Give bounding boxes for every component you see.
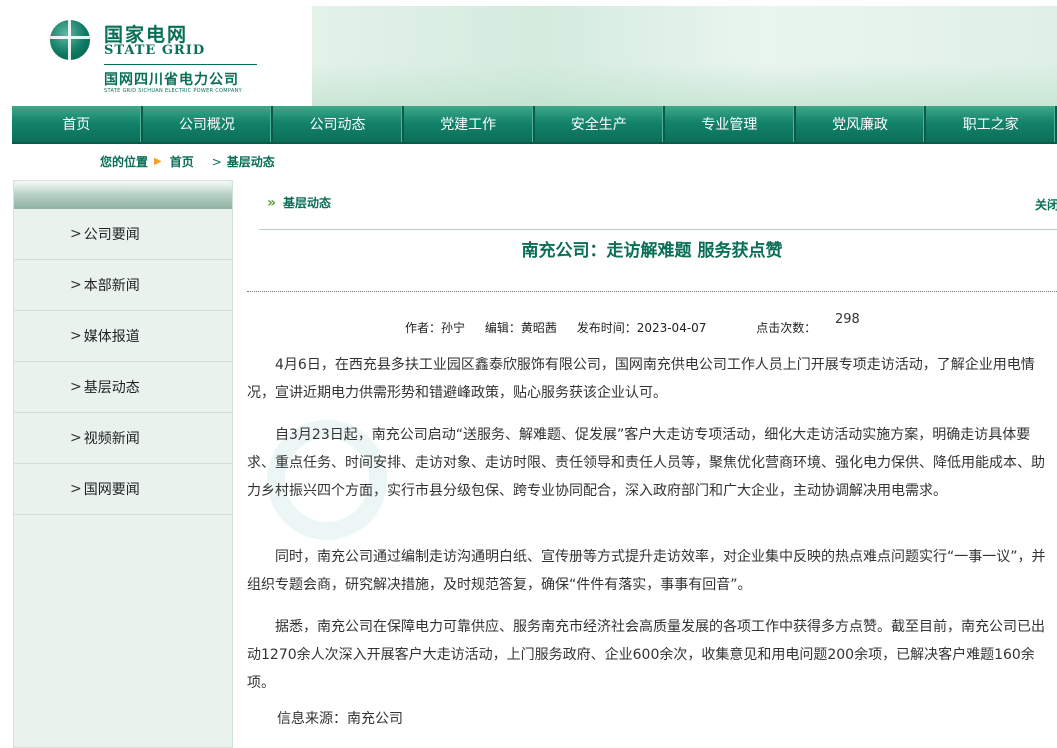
logo-divider xyxy=(104,64,257,65)
article-paragraph: 4月6日，在西充县多扶工业园区鑫泰欣服饰有限公司，国网南充供电公司工作人员上门开… xyxy=(247,357,1035,401)
section-divider xyxy=(259,229,1057,230)
nav-item-home[interactable]: 首页 xyxy=(12,106,143,142)
sidebar-item-video[interactable]: > 视频新闻 xyxy=(14,413,232,464)
article-paragraph: 同时，南充公司通过编制走访沟通明白纸、宣传册等方式提升走访效率，对企业集中反映的… xyxy=(247,549,1046,593)
triangle-right-icon: ▶ xyxy=(154,156,162,167)
company-english-name: STATE GRID SICHUAN ELECTRIC POWER COMPAN… xyxy=(104,88,242,94)
nav-item-party-building[interactable]: 党建工作 xyxy=(404,106,535,142)
nav-item-staff[interactable]: 职工之家 xyxy=(926,106,1057,142)
site-header: 国家电网 STATE GRID 国网四川省电力公司 STATE GRID SIC… xyxy=(12,6,1057,106)
nav-item-management[interactable]: 专业管理 xyxy=(665,106,796,142)
section-header: » 基层动态 xyxy=(267,194,331,211)
nav-item-company-news[interactable]: 公司动态 xyxy=(273,106,404,142)
double-chevron-icon: » xyxy=(267,194,276,211)
title-divider xyxy=(247,291,1057,292)
click-count: 298 xyxy=(835,312,860,327)
sidebar-item-label: 国网要闻 xyxy=(83,482,140,498)
close-link[interactable]: 关闭 xyxy=(1035,196,1057,213)
sidebar-item-label: 媒体报道 xyxy=(83,329,140,345)
sidebar-item-label: 基层动态 xyxy=(83,380,140,396)
breadcrumb-current-link[interactable]: 基层动态 xyxy=(227,153,275,170)
breadcrumb-home-link[interactable]: 首页 xyxy=(170,153,194,170)
breadcrumb-label: 您的位置 xyxy=(100,155,149,169)
logo-english-name: STATE GRID xyxy=(104,43,206,58)
chevron-right-icon: > xyxy=(70,379,82,395)
nav-item-company-overview[interactable]: 公司概况 xyxy=(143,106,274,142)
clicks-label: 点击次数： xyxy=(756,321,817,335)
main-nav: 首页 公司概况 公司动态 党建工作 安全生产 专业管理 党风廉政 职工之家 xyxy=(12,106,1057,144)
sidebar-item-company-news[interactable]: > 公司要闻 xyxy=(14,209,232,260)
chevron-right-icon: > xyxy=(70,430,82,446)
sidebar-item-label: 公司要闻 xyxy=(83,227,140,243)
chevron-right-icon: > xyxy=(70,226,82,242)
sidebar-item-media[interactable]: > 媒体报道 xyxy=(14,311,232,362)
article-meta: 作者：孙宁 编辑：黄昭茜 发布时间：2023-04-07 点击次数： xyxy=(405,319,824,336)
sidebar-item-sgcc-news[interactable]: > 国网要闻 xyxy=(14,464,232,515)
article-content: » 基层动态 关闭 南充公司：走访解难题 服务获点赞 作者：孙宁 编辑：黄昭茜 … xyxy=(247,180,1057,748)
article-author: 作者：孙宁 xyxy=(405,321,466,335)
chevron-right-icon: > xyxy=(70,328,82,344)
sidebar-item-label: 本部新闻 xyxy=(83,278,140,294)
logo[interactable]: 国家电网 STATE GRID 国网四川省电力公司 STATE GRID SIC… xyxy=(12,6,312,106)
chevron-right-icon: > xyxy=(70,277,82,293)
nav-item-safety[interactable]: 安全生产 xyxy=(535,106,666,142)
section-title: 基层动态 xyxy=(283,196,332,210)
article-title: 南充公司：走访解难题 服务获点赞 xyxy=(521,241,783,261)
breadcrumb: 您的位置 ▶ 首页 > 基层动态 xyxy=(100,153,275,170)
article-paragraph: 据悉，南充公司在保障电力可靠供应、服务南充市经济社会高质量发展的各项工作中获得多… xyxy=(247,619,1045,691)
article-paragraph: 自3月23日起，南充公司启动“送服务、解难题、促发展”客户大走访专项活动，细化大… xyxy=(247,427,1045,499)
chevron-right-icon: > xyxy=(211,154,222,169)
state-grid-globe-icon xyxy=(50,20,90,60)
header-banner xyxy=(310,6,1057,106)
sidebar-item-grassroots[interactable]: > 基层动态 xyxy=(14,362,232,413)
sidebar-item-label: 视频新闻 xyxy=(83,431,140,447)
nav-item-integrity[interactable]: 党风廉政 xyxy=(796,106,927,142)
article-editor: 编辑：黄昭茜 xyxy=(484,321,557,335)
sidebar-header xyxy=(14,181,232,209)
article-source: 信息来源：南充公司 xyxy=(277,711,403,727)
company-name: 国网四川省电力公司 xyxy=(104,72,239,88)
article-date: 发布时间：2023-04-07 xyxy=(576,321,707,335)
sidebar: > 公司要闻 > 本部新闻 > 媒体报道 > 基层动态 > 视频新闻 > 国网要… xyxy=(13,180,233,748)
chevron-right-icon: > xyxy=(70,481,82,497)
sidebar-item-hq-news[interactable]: > 本部新闻 xyxy=(14,260,232,311)
